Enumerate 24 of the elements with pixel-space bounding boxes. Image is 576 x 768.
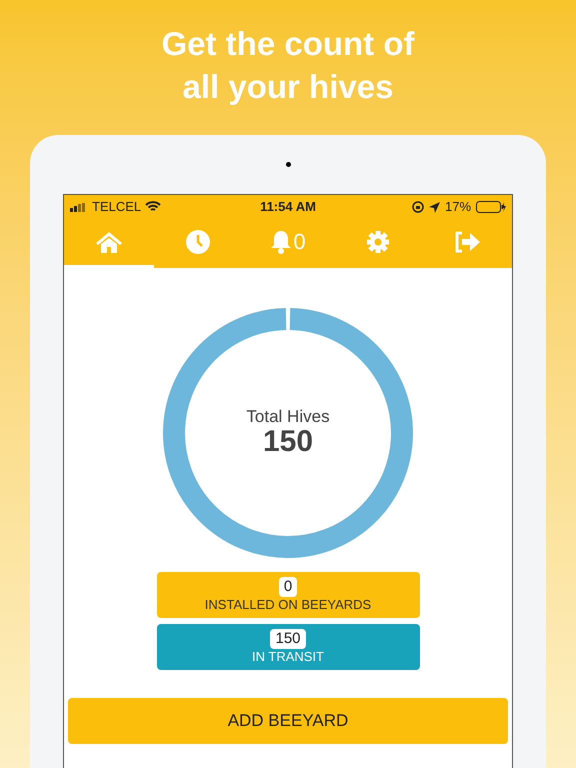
carrier-text: TELCEL [92,198,142,216]
count-value: 150 [270,629,306,649]
bell-icon [270,230,292,254]
camera-icon [286,162,290,167]
rotation-lock-icon [412,201,424,213]
headline-text: Get the count of [162,24,414,64]
headline-text: all your hives [182,67,394,107]
battery-percent: 17% [444,198,472,216]
count-value: 0 [278,577,298,597]
signal-icon [70,202,88,212]
total-label: Total Hives [246,408,330,426]
logout-icon [454,231,480,253]
notification-count: 0 [293,231,306,253]
count-label: IN TRANSIT [252,649,324,665]
total-value: 150 [262,426,314,458]
time-text: 11:54 AM [260,198,316,216]
home-icon [94,231,123,253]
settings-icon [366,230,390,254]
clock-icon [186,230,210,254]
wifi-icon [145,201,162,213]
add-beeyard-button[interactable]: ADD BEEYARD [68,698,508,744]
location-icon [428,202,440,212]
count-label: INSTALLED ON BEEYARDS [204,597,372,613]
battery-icon [476,201,506,213]
